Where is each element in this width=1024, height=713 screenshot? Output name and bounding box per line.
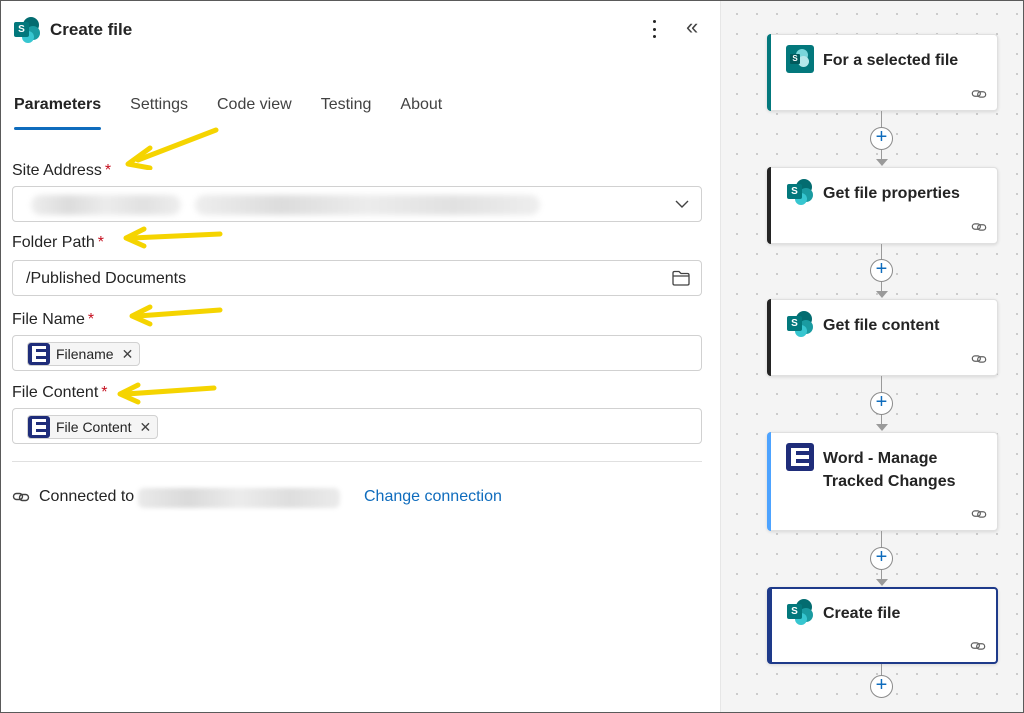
filename-token[interactable]: Filename ✕: [27, 342, 141, 366]
connection-info: Connected to: [12, 487, 134, 507]
add-step-button[interactable]: +: [870, 259, 893, 282]
step-title: Get file properties: [823, 185, 960, 202]
encodian-icon: [28, 416, 50, 438]
annotation-arrow-icon: [125, 127, 219, 170]
tab-code-view[interactable]: Code view: [217, 96, 292, 130]
step-accent: [768, 588, 772, 663]
folder-path-label-text: Folder Path: [12, 234, 95, 251]
tab-parameters[interactable]: Parameters: [14, 96, 102, 130]
action-details-panel: S Create file « Parameters Settings Code…: [0, 0, 721, 713]
step-title: Create file: [823, 605, 901, 622]
flow-step-word-manage-tracked-changes[interactable]: Word - Manage Tracked Changes: [767, 432, 998, 531]
flow-step-create-file[interactable]: S Create file: [767, 587, 998, 664]
sharepoint-icon: S: [786, 310, 814, 338]
arrow-down-icon: [876, 159, 888, 166]
redacted-connection-name: [138, 488, 340, 508]
remove-token-icon[interactable]: ✕: [139, 419, 151, 436]
step-accent: [767, 299, 771, 376]
flow-step-get-file-content[interactable]: S Get file content: [767, 299, 998, 376]
required-marker: *: [97, 234, 104, 251]
add-step-button[interactable]: +: [870, 127, 893, 150]
file-name-label-text: File Name: [12, 311, 85, 328]
flow-step-for-a-selected-file[interactable]: S For a selected file: [767, 34, 998, 111]
tab-bar: Parameters Settings Code view Testing Ab…: [14, 96, 471, 132]
annotation-arrow-icon: [123, 226, 223, 249]
file-content-input[interactable]: File Content ✕: [12, 408, 702, 444]
arrow-down-icon: [876, 291, 888, 298]
sharepoint-icon: S: [786, 178, 814, 206]
remove-token-icon[interactable]: ✕: [122, 346, 134, 363]
required-marker: *: [104, 162, 112, 179]
required-marker: *: [87, 311, 95, 328]
step-accent: [767, 34, 771, 111]
folder-icon[interactable]: [671, 268, 691, 288]
file-name-label: File Name *: [12, 311, 94, 329]
encodian-icon: [786, 443, 814, 471]
add-step-button[interactable]: +: [870, 547, 893, 570]
file-content-token[interactable]: File Content ✕: [27, 415, 159, 439]
encodian-icon: [28, 343, 50, 365]
folder-path-value: /Published Documents: [26, 270, 187, 287]
step-title: For a selected file: [823, 52, 959, 69]
sharepoint-icon: S: [786, 45, 814, 73]
step-title: Word - Manage Tracked Changes: [823, 450, 956, 490]
folder-path-input[interactable]: /Published Documents: [12, 260, 702, 296]
link-icon: [971, 510, 987, 518]
arrow-down-icon: [876, 579, 888, 586]
link-icon: [970, 642, 986, 650]
step-accent: [767, 432, 771, 531]
more-options-icon[interactable]: [646, 18, 662, 40]
connected-to-label: Connected to: [39, 488, 135, 505]
file-content-label: File Content *: [12, 384, 108, 402]
panel-title: Create file: [50, 20, 133, 39]
divider: [12, 461, 702, 462]
site-address-label-text: Site Address: [12, 162, 102, 179]
site-address-label: Site Address *: [12, 162, 111, 180]
annotation-arrow-icon: [129, 304, 223, 327]
file-name-input[interactable]: Filename ✕: [12, 335, 702, 371]
tab-testing[interactable]: Testing: [321, 96, 372, 130]
change-connection-link[interactable]: Change connection: [364, 488, 502, 506]
add-step-button[interactable]: +: [870, 392, 893, 415]
link-icon: [971, 90, 987, 98]
panel-header: S Create file: [14, 15, 132, 45]
flow-canvas[interactable]: S For a selected file S Get file propert…: [721, 0, 1024, 713]
link-icon: [971, 223, 987, 231]
token-label: File Content: [56, 419, 132, 435]
flow-step-get-file-properties[interactable]: S Get file properties: [767, 167, 998, 244]
sharepoint-icon: S: [786, 598, 814, 626]
redacted-text: [195, 195, 540, 215]
folder-path-label: Folder Path *: [12, 234, 104, 252]
link-icon: [12, 492, 30, 502]
file-content-label-text: File Content: [12, 384, 99, 401]
sharepoint-icon: S: [14, 17, 40, 43]
tab-about[interactable]: About: [400, 96, 442, 130]
link-icon: [971, 355, 987, 363]
chevron-down-icon[interactable]: [673, 195, 691, 213]
site-address-dropdown[interactable]: [12, 186, 702, 222]
add-step-button[interactable]: +: [870, 675, 893, 698]
step-title: Get file content: [823, 317, 940, 334]
annotation-arrow-icon: [117, 382, 217, 405]
redacted-text: [31, 195, 181, 215]
step-accent: [767, 167, 771, 244]
collapse-panel-icon[interactable]: «: [686, 16, 706, 40]
token-label: Filename: [56, 346, 114, 362]
required-marker: *: [101, 384, 108, 401]
arrow-down-icon: [876, 424, 888, 431]
